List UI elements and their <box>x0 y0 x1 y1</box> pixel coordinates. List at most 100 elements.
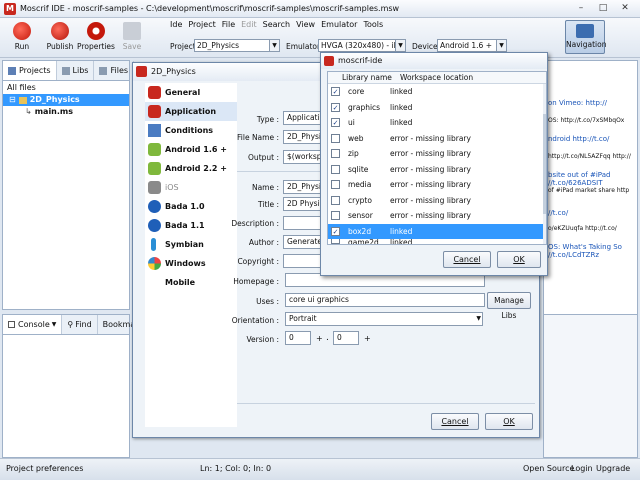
tree-item-file[interactable]: ↳ main.ms <box>3 106 129 118</box>
login-link[interactable]: Login <box>571 464 593 473</box>
properties-button[interactable]: Properties <box>76 20 116 56</box>
menu-search[interactable]: Search <box>263 20 290 29</box>
checkbox[interactable] <box>331 195 340 205</box>
menu-emulator[interactable]: Emulator <box>321 20 357 29</box>
title-bar: M Moscrif IDE - moscrif-samples - C:\dev… <box>0 0 640 18</box>
menu-bar: Ide Project File Edit Search View Emulat… <box>170 20 389 29</box>
version-up-down-icon[interactable]: + <box>316 334 323 343</box>
checkbox[interactable]: ✓ <box>331 87 340 96</box>
copyright-field[interactable] <box>283 254 323 268</box>
menu-edit[interactable]: Edit <box>241 20 257 29</box>
feed-item[interactable]: ndroid http://t.co/ <box>548 135 634 143</box>
list-item[interactable]: zip error - missing library <box>328 146 546 162</box>
type-field[interactable]: Application <box>283 111 323 125</box>
checkbox[interactable] <box>331 149 340 158</box>
list-item[interactable]: ✓ ui linked <box>328 115 546 131</box>
feed-item[interactable]: bsite out of #iPad <box>548 171 634 179</box>
dialog-title: moscrif-ide <box>338 56 383 65</box>
navigation-button[interactable]: Navigation <box>565 20 606 54</box>
feed-item[interactable]: //t.co/LCdTZRz <box>548 251 634 259</box>
version-minor-field[interactable]: 0 <box>333 331 359 345</box>
ok-button[interactable]: OK <box>485 413 533 430</box>
name-label: Name : <box>251 183 279 192</box>
list-item[interactable]: media error - missing library <box>328 177 546 193</box>
device-select[interactable]: Android 1.6 + ▼ <box>437 39 507 52</box>
author-label: Author : <box>248 238 279 247</box>
menu-tools[interactable]: Tools <box>363 20 383 29</box>
list-item[interactable]: sqlite error - missing library <box>328 162 546 178</box>
libs-ok-button[interactable]: OK <box>497 251 541 268</box>
app-logo-icon <box>136 66 147 77</box>
menu-ide[interactable]: Ide <box>170 20 182 29</box>
feed-item[interactable]: //t.co/ <box>548 209 634 217</box>
uses-field[interactable]: core ui graphics <box>285 293 485 307</box>
upgrade-link[interactable]: Upgrade <box>596 464 630 473</box>
checkbox[interactable] <box>331 211 340 220</box>
checkbox[interactable] <box>331 164 340 174</box>
version-up-down-icon[interactable]: + <box>364 334 371 343</box>
list-item[interactable]: sensor error - missing library <box>328 208 546 224</box>
list-item[interactable]: ✓ graphics linked <box>328 100 546 116</box>
feed-item[interactable]: //t.co/626ADSIT <box>548 179 634 187</box>
tab-projects[interactable]: Projects <box>3 61 57 80</box>
filename-label: File Name : <box>237 133 279 142</box>
feed-item[interactable]: on Vimeo: http:// <box>548 99 634 107</box>
name-field[interactable]: 2D_Physics <box>283 180 323 194</box>
checkbox[interactable] <box>331 133 340 143</box>
menu-view[interactable]: View <box>296 20 315 29</box>
list-item[interactable]: game2d linked <box>328 239 546 244</box>
manage-libs-button[interactable]: Manage Libs <box>487 292 531 320</box>
minimize-button[interactable]: – <box>570 1 592 16</box>
version-major-field[interactable]: 0 <box>285 331 311 345</box>
menu-project[interactable]: Project <box>188 20 215 29</box>
tree-item-project[interactable]: ⊟ 2D_Physics <box>3 94 129 106</box>
conditions-icon <box>148 124 161 137</box>
column-library-name[interactable]: Library name <box>342 72 392 84</box>
open-source-link[interactable]: Open Source <box>523 464 574 473</box>
version-label: Version : <box>246 335 280 344</box>
close-button[interactable]: ✕ <box>614 1 636 16</box>
title-field[interactable]: 2D Physics <box>283 197 323 211</box>
author-field[interactable]: Generated <box>283 235 323 249</box>
android-icon <box>148 143 161 156</box>
checkbox[interactable] <box>331 180 340 189</box>
type-label: Type : <box>256 115 279 124</box>
scrollbar-thumb[interactable] <box>543 114 546 214</box>
feed-item: o/eKZUuqfa http://t.co/ <box>548 225 617 232</box>
save-button[interactable]: Save <box>112 20 152 56</box>
tab-libs[interactable]: Libs <box>57 61 95 80</box>
orientation-select[interactable]: Portrait ▼ <box>285 312 483 326</box>
emulator-select[interactable]: HVGA (320x480) - iPhone ▼ <box>318 39 406 52</box>
windows-icon <box>148 257 161 270</box>
description-field[interactable] <box>283 216 323 230</box>
nav-general[interactable]: General <box>145 83 237 102</box>
cancel-button[interactable]: Cancel <box>431 413 479 430</box>
menu-file[interactable]: File <box>222 20 235 29</box>
feed-item: OS: http://t.co/7xSMbqOx <box>548 117 625 124</box>
column-workspace-location[interactable]: Workspace location <box>400 72 473 84</box>
list-item[interactable]: crypto error - missing library <box>328 193 546 209</box>
maximize-button[interactable]: □ <box>592 1 614 16</box>
tab-files[interactable]: Files <box>94 61 135 80</box>
tab-console[interactable]: Console ▼ <box>3 315 63 334</box>
project-select[interactable]: 2D_Physics ▼ <box>194 39 280 52</box>
list-item[interactable]: web error - missing library <box>328 131 546 147</box>
libs-cancel-button[interactable]: Cancel <box>443 251 491 268</box>
checkbox[interactable]: ✓ <box>331 118 340 127</box>
filename-field[interactable]: 2D_Physics_ <box>283 130 323 144</box>
dialog-header: moscrif-ide <box>321 53 547 69</box>
bada-icon <box>148 200 161 213</box>
list-item[interactable]: ✓ core linked <box>328 84 546 100</box>
list-item-selected[interactable]: ✓ box2d linked <box>328 223 546 239</box>
publish-button[interactable]: Publish <box>40 20 80 56</box>
library-list[interactable]: Library name Workspace location ✓ core lin… <box>327 71 547 245</box>
library-list-scrollbar[interactable] <box>543 84 546 244</box>
checkbox[interactable] <box>331 239 340 244</box>
feed-item[interactable]: OS: What's Taking So <box>548 243 634 251</box>
run-button[interactable]: Run <box>2 20 42 56</box>
tab-find[interactable]: ⚲ Find <box>62 315 98 334</box>
all-files-label: All files <box>7 83 36 92</box>
checkbox[interactable]: ✓ <box>331 226 340 236</box>
output-field[interactable]: $(workspace <box>283 150 323 164</box>
checkbox[interactable]: ✓ <box>331 102 340 112</box>
